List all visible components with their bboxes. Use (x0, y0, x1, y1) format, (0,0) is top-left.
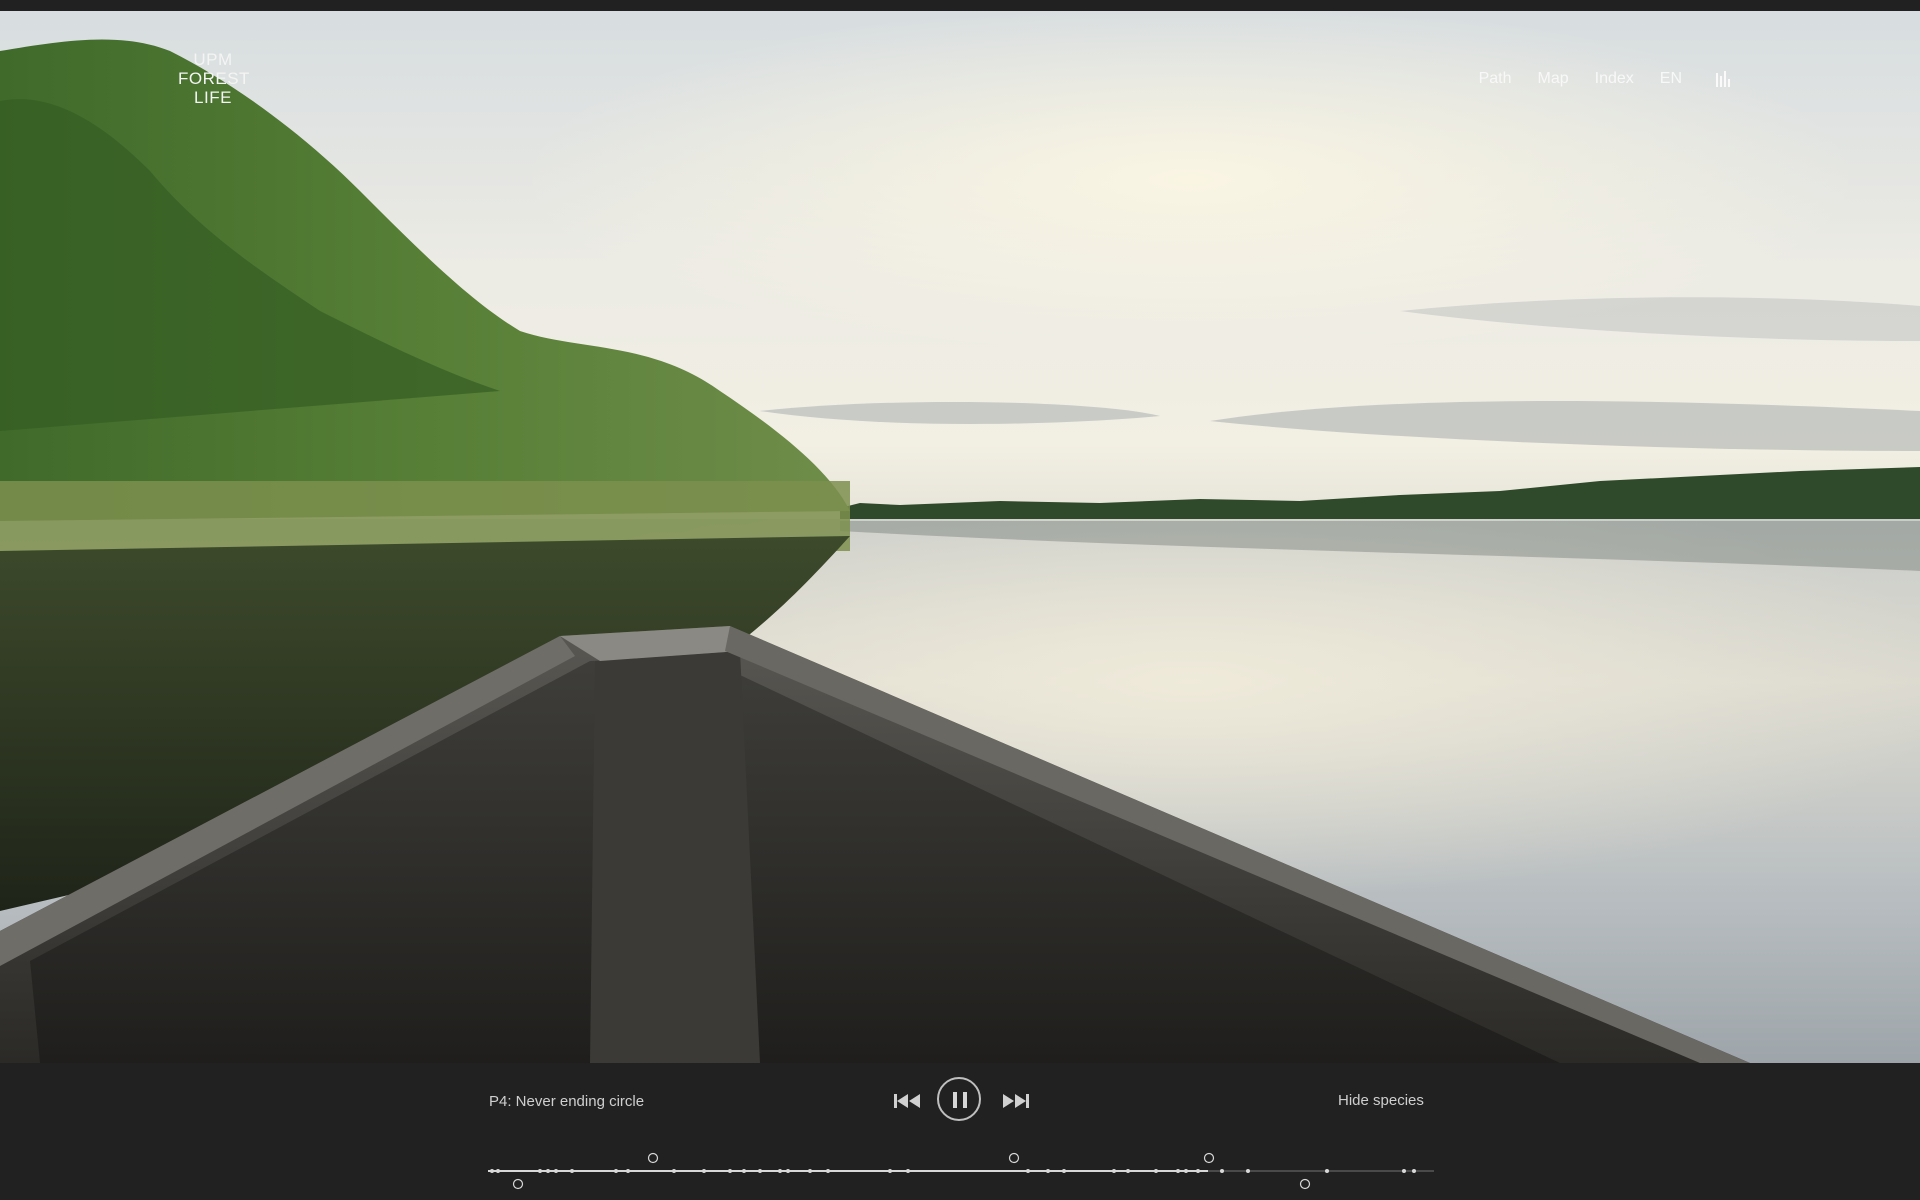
nav-language[interactable]: EN (1660, 70, 1682, 88)
species-timeline[interactable] (488, 1150, 1434, 1190)
nav-index[interactable]: Index (1595, 70, 1634, 88)
hide-species-toggle[interactable]: Hide species (1338, 1092, 1424, 1109)
nav-path[interactable]: Path (1479, 70, 1512, 88)
skip-previous-icon[interactable] (893, 1092, 923, 1110)
logo-line-1: UPM (193, 50, 233, 69)
sound-bars-icon[interactable] (1716, 71, 1730, 87)
track-title: P4: Never ending circle (489, 1093, 645, 1110)
timeline-species-marker[interactable] (1008, 1152, 1020, 1164)
top-strip (0, 0, 1920, 11)
timeline-species-marker[interactable] (1203, 1152, 1215, 1164)
timeline-species-marker[interactable] (647, 1152, 659, 1164)
pause-button[interactable] (937, 1077, 981, 1121)
lake-boat-scene (0, 11, 1920, 1063)
timeline-species-marker[interactable] (512, 1178, 524, 1190)
video-stage[interactable] (0, 11, 1920, 1063)
pause-icon (953, 1092, 957, 1108)
brand-logo[interactable]: UPM FOREST LIFE (178, 50, 250, 107)
skip-next-icon[interactable] (1000, 1092, 1030, 1110)
logo-line-2: FOREST (178, 69, 250, 88)
main-nav: Path Map Index EN (1479, 70, 1730, 88)
logo-line-3: LIFE (194, 88, 232, 107)
timeline-species-marker[interactable] (1299, 1178, 1311, 1190)
nav-map[interactable]: Map (1538, 70, 1569, 88)
